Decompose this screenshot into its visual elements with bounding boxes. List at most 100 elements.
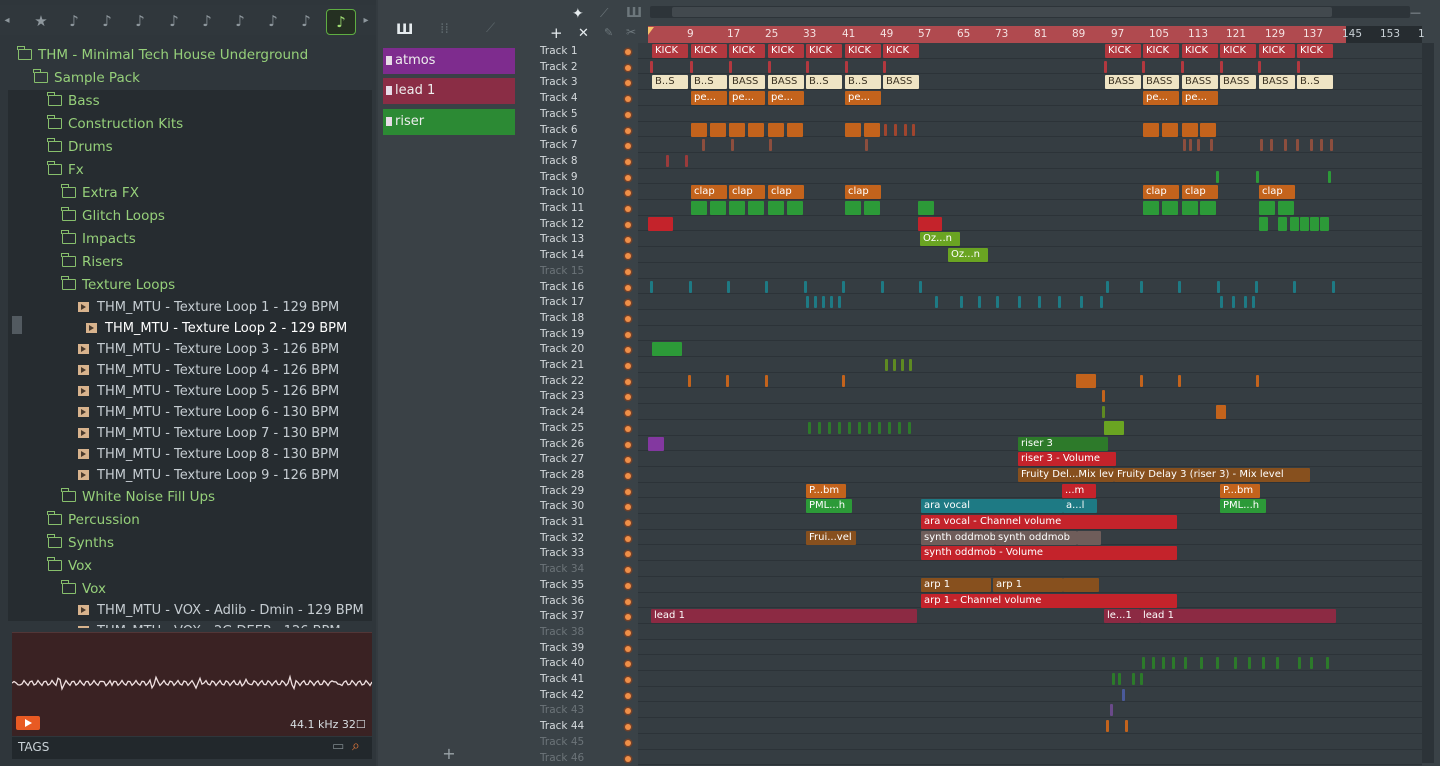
clip-marker[interactable] [1297,60,1300,73]
playlist-clip[interactable] [691,122,707,137]
note-tab-active-icon[interactable]: ♪ [326,9,356,35]
waveform-icon[interactable]: ⁞⁞ [440,21,449,37]
track-name[interactable]: Track 41 [540,672,584,688]
playlist-clip[interactable] [864,201,880,215]
piano-icon[interactable]: Ш [626,6,642,21]
playlist-clip[interactable]: clap [691,185,727,200]
clip-marker[interactable] [1102,406,1105,419]
playlist-clip[interactable] [768,122,784,137]
playlist-clip[interactable]: pe... [1182,91,1218,106]
browser-folder-item[interactable]: Fx [8,159,372,182]
clip-marker[interactable] [822,296,825,309]
playlist-clip[interactable] [787,201,803,215]
playlist-clip[interactable] [1259,201,1275,215]
playlist-clip[interactable] [1300,216,1309,231]
playlist-clip[interactable]: BASS [1259,75,1295,90]
playlist-clip[interactable] [1310,216,1319,231]
playlist-clip[interactable]: le...1 [1104,609,1140,624]
clip-marker[interactable] [893,359,896,371]
playlist-clip[interactable]: arp 1 - Channel volume [921,593,1177,608]
track-name[interactable]: Track 9 [540,170,578,186]
browser-folder-item[interactable]: Synths [8,532,372,555]
track-mute-led-icon[interactable] [625,206,631,212]
playlist-clip[interactable]: clap [1182,185,1218,200]
track-name[interactable]: Track 28 [540,468,584,484]
browser-folder-item[interactable]: Vox [8,555,372,578]
clip-marker[interactable] [1197,139,1200,152]
track-name[interactable]: Track 25 [540,421,584,437]
clip-marker[interactable] [702,139,705,152]
clip-marker[interactable] [845,60,848,73]
track-name[interactable]: Track 6 [540,123,578,139]
favorites-star-icon[interactable]: ★ [27,9,55,33]
clip-marker[interactable] [1232,296,1235,309]
clip-marker[interactable] [1310,657,1313,670]
clip-marker[interactable] [1252,296,1255,309]
playlist-clip[interactable]: ...m [1062,483,1096,498]
browser-folder-item[interactable]: Construction Kits [8,113,372,136]
playlist-clip[interactable]: PML...h [1220,499,1266,514]
track-name[interactable]: Track 32 [540,531,584,547]
clip-marker[interactable] [1320,139,1323,152]
track-mute-led-icon[interactable] [625,268,631,275]
playlist-clip[interactable]: KICK [806,44,842,58]
clip-marker[interactable] [828,421,831,434]
track-mute-led-icon[interactable] [625,645,631,652]
clip-marker[interactable] [881,280,884,293]
track-name[interactable]: Track 3 [540,75,578,91]
playlist-clip[interactable]: KICK [652,44,688,58]
clip-marker[interactable] [960,296,963,309]
playlist-clip[interactable]: Frui...vel [806,530,856,545]
clip-marker[interactable] [1183,139,1186,152]
playlist-grid[interactable]: KICK KICK KICK KICK KICK KICK KICK KICK KICK KICK… [638,43,1422,766]
playlist-clip[interactable] [1278,201,1294,215]
clip-marker[interactable] [1220,296,1223,309]
pencil-icon[interactable]: ✎ [604,26,613,39]
clip-marker[interactable] [883,60,886,73]
automation-icon[interactable]: ⟋ [486,21,495,36]
clip-marker[interactable] [1178,280,1181,293]
clip-marker[interactable] [1234,657,1237,670]
track-name[interactable]: Track 21 [540,358,584,374]
clip-marker[interactable] [1178,374,1181,387]
note-tab-4-icon[interactable]: ♪ [160,9,188,33]
clip-marker[interactable] [1102,390,1105,403]
playlist-clip[interactable] [748,201,764,215]
clip-marker[interactable] [727,280,730,293]
track-name[interactable]: Track 24 [540,405,584,421]
clip-marker[interactable] [1260,139,1263,152]
playlist-clip[interactable] [1104,420,1124,435]
playlist-clip[interactable]: P...bm [806,483,846,498]
clip-marker[interactable] [1255,280,1258,293]
track-name[interactable]: Track 44 [540,719,584,735]
browser-file-item[interactable]: THM_MTU - Texture Loop 5 - 126 BPM [8,381,372,402]
folder-icon[interactable]: ▭ [332,739,344,754]
clip-marker[interactable] [1262,657,1265,670]
clip-marker[interactable] [768,60,771,73]
clip-marker[interactable] [765,280,768,293]
playlist-clip[interactable]: arp 1 [993,577,1063,592]
track-mute-led-icon[interactable] [625,739,631,746]
clip-marker[interactable] [1132,673,1135,685]
clip-marker[interactable] [1181,60,1184,73]
track-name[interactable]: Track 36 [540,594,584,610]
clip-marker[interactable] [1142,657,1145,670]
add-track-icon[interactable]: + [550,24,563,42]
track-name[interactable]: Track 15 [540,264,584,280]
track-mute-led-icon[interactable] [625,472,631,479]
clip-marker[interactable] [1258,60,1261,73]
playlist-clip[interactable]: BASS [1220,75,1256,90]
track-name[interactable]: Track 31 [540,515,584,531]
playlist-clip[interactable] [729,122,745,137]
browser-file-item[interactable]: THM_MTU - Texture Loop 2 - 129 BPM [8,318,372,339]
track-name[interactable]: Track 11 [540,201,584,217]
clip-marker[interactable] [1220,60,1223,73]
track-mute-led-icon[interactable] [625,64,631,71]
clip-marker[interactable] [912,123,915,136]
track-name[interactable]: Track 17 [540,295,584,311]
browser-folder-item[interactable]: Drums [8,136,372,159]
playlist-clip[interactable]: KICK [1220,44,1256,58]
playlist-clip[interactable]: clap [1143,185,1179,200]
playlist-clip[interactable] [729,201,745,215]
clip-marker[interactable] [1038,296,1041,309]
